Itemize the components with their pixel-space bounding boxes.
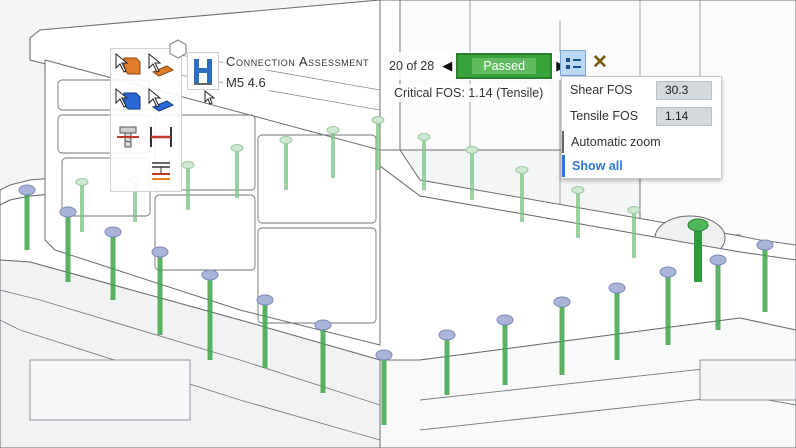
connection-assessment-icon xyxy=(187,52,219,90)
bolt-head xyxy=(496,314,514,326)
result-counter: 20 of 28 xyxy=(389,59,435,73)
hexagon-handle-icon[interactable] xyxy=(168,39,188,59)
shear-fos-label: Shear FOS xyxy=(570,83,633,97)
bolt-head xyxy=(608,282,626,294)
bolt-head xyxy=(659,266,677,278)
bolt-head xyxy=(465,146,479,154)
result-navigator: 20 of 28 ◀ Passed ▶ xyxy=(386,52,572,80)
bolt-head xyxy=(279,136,293,144)
close-icon[interactable]: ✕ xyxy=(590,52,610,74)
bolt-head xyxy=(75,178,89,186)
bolt-head xyxy=(201,269,219,281)
bolt-head xyxy=(417,133,431,141)
status-label: Passed xyxy=(472,58,537,74)
bolt-head xyxy=(627,206,641,214)
select-surface-tool-icon[interactable] xyxy=(147,87,175,115)
mouse-cursor-icon xyxy=(204,90,216,105)
critical-fos-label: Critical FOS: 1.14 (Tensile) xyxy=(388,84,550,102)
shear-fos-value: 30.3 xyxy=(656,81,712,100)
tool-palette xyxy=(110,48,182,192)
bolt-head xyxy=(709,254,727,266)
critical-bolt-head xyxy=(687,218,709,232)
spacing-tool-icon[interactable] xyxy=(147,159,175,187)
assessment-subtitle: M5 4.6 xyxy=(223,74,269,91)
bolt-tool-icon[interactable] xyxy=(114,123,142,151)
bolt-head xyxy=(18,184,36,196)
bolt-head xyxy=(553,296,571,308)
distance-tool-icon[interactable] xyxy=(147,123,175,151)
fos-options-panel: Shear FOS 30.3 Tensile FOS 1.14 Automati… xyxy=(561,76,722,179)
bolt-head xyxy=(181,161,195,169)
status-badge: Passed xyxy=(456,53,553,79)
bolt-head xyxy=(326,126,340,134)
bolt-head xyxy=(438,329,456,341)
assessment-title: Connection Assessment xyxy=(223,53,373,70)
previous-arrow-icon[interactable]: ◀ xyxy=(442,58,452,74)
bolt-head xyxy=(59,206,77,218)
bolt-head xyxy=(151,246,169,258)
bolt-head xyxy=(571,186,585,194)
tensile-fos-label: Tensile FOS xyxy=(570,109,639,123)
bolt-head xyxy=(756,239,774,251)
bolt-head xyxy=(230,144,244,152)
options-menu-icon xyxy=(566,58,581,69)
bolt-head xyxy=(256,294,274,306)
bolt-head xyxy=(371,116,385,124)
select-body-tool-icon[interactable] xyxy=(114,87,142,115)
options-menu-button[interactable] xyxy=(560,50,586,76)
bolt-head xyxy=(375,349,393,361)
show-all-option[interactable]: Show all xyxy=(562,155,721,177)
bolt-head xyxy=(515,166,529,174)
select-part-tool-icon[interactable] xyxy=(114,52,142,80)
tensile-fos-value: 1.14 xyxy=(656,107,712,126)
bolt-head xyxy=(314,319,332,331)
bolt-head xyxy=(104,226,122,238)
automatic-zoom-option[interactable]: Automatic zoom xyxy=(562,131,721,153)
